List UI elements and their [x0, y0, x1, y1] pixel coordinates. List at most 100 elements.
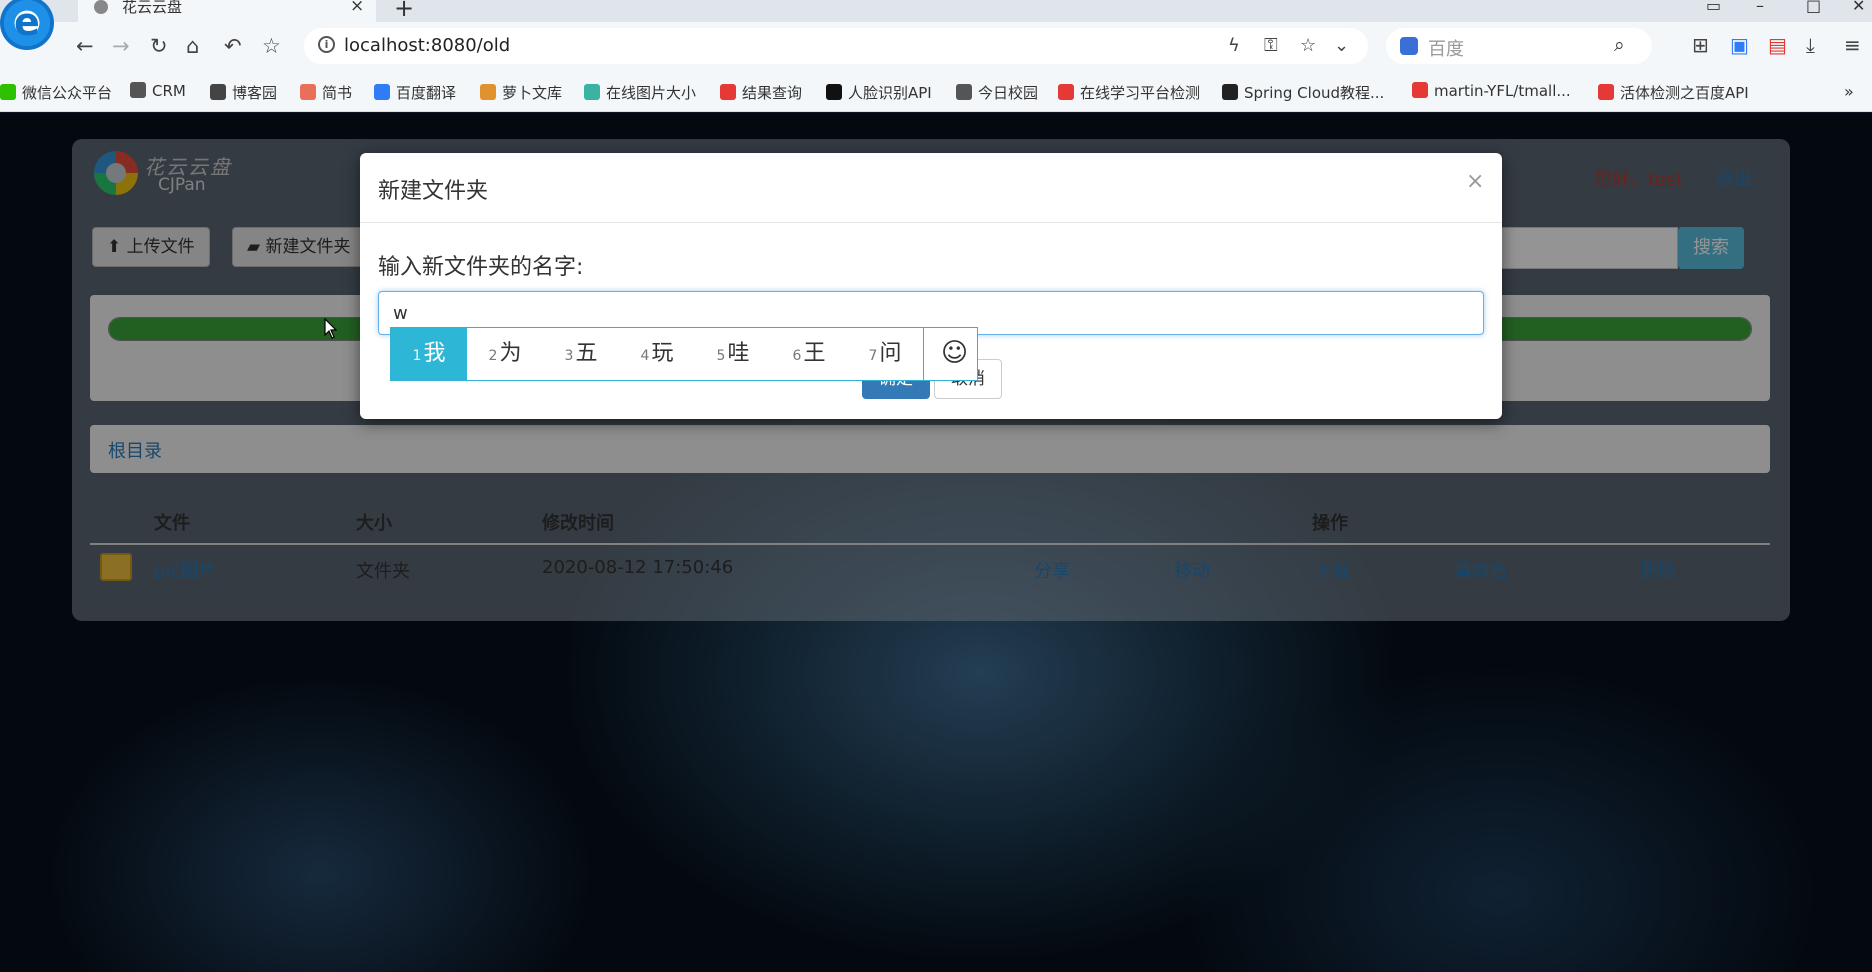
bookmark-favicon-icon: [720, 84, 736, 100]
bookmark-favicon-icon: [480, 84, 496, 100]
modal-header: 新建文件夹 ×: [360, 153, 1502, 223]
close-icon[interactable]: ×: [1466, 169, 1484, 194]
ime-divider: [923, 328, 924, 380]
bookmark-label: 活体检测之百度API: [1620, 84, 1749, 102]
browser-search-box[interactable]: 百度 ⌕: [1386, 28, 1652, 64]
back-icon[interactable]: ←: [76, 34, 94, 58]
url-box[interactable]: i localhost:8080/old ϟ ⚿ ☆ ⌄: [304, 28, 1368, 64]
window-menu-icon[interactable]: ▭: [1706, 0, 1721, 15]
download-icon[interactable]: ⤓: [1806, 33, 1815, 57]
bookmark-label: 今日校园: [978, 84, 1039, 102]
ime-candidate-number: 2: [488, 348, 498, 364]
bookmark-favicon-icon: [374, 84, 390, 100]
ime-candidate[interactable]: 7问: [847, 328, 923, 380]
tab-close-icon[interactable]: ×: [350, 0, 364, 16]
bookmark-label: 人脸识别API: [848, 84, 932, 102]
close-window-icon[interactable]: ✕: [1852, 0, 1865, 15]
bookmark-favicon-icon: [826, 84, 842, 100]
bookmark-favicon-icon: [1222, 84, 1238, 100]
folder-name-label: 输入新文件夹的名字:: [378, 255, 584, 280]
bookmark-item[interactable]: Spring Cloud教程...: [1222, 82, 1384, 103]
bookmark-item[interactable]: CRM: [130, 82, 186, 100]
bookmark-item[interactable]: 萝卜文库: [480, 82, 562, 103]
ime-candidate-text: 问: [879, 341, 902, 366]
smiley-icon[interactable]: ☺: [941, 338, 968, 368]
ime-candidate-number: 6: [792, 348, 802, 364]
bookmark-favicon-icon: [210, 84, 226, 100]
bookmark-favicon-icon: [584, 84, 600, 100]
address-bar: ← → ↻ ⌂ ↶ ☆ i localhost:8080/old ϟ ⚿ ☆ ⌄…: [0, 22, 1872, 70]
ime-candidate-number: 3: [564, 348, 574, 364]
url-text[interactable]: localhost:8080/old: [344, 35, 510, 56]
browser-search-input[interactable]: 百度: [1428, 35, 1464, 61]
bookmark-item[interactable]: 简书: [300, 82, 352, 103]
bookmark-favicon-icon: [1058, 84, 1074, 100]
browser-tab[interactable]: 花云云盘 ×: [78, 0, 376, 22]
apps-grid-icon[interactable]: ⊞: [1692, 33, 1709, 57]
baidu-icon: [1400, 37, 1418, 55]
ime-candidate-text: 五: [575, 341, 598, 366]
chevron-down-icon[interactable]: ⌄: [1334, 35, 1349, 56]
mouse-cursor-icon: [324, 318, 338, 339]
maximize-icon[interactable]: □: [1806, 0, 1821, 15]
bookmark-favicon-icon: [300, 84, 316, 100]
bookmark-item[interactable]: 在线图片大小: [584, 82, 696, 103]
undo-icon[interactable]: ↶: [224, 34, 242, 58]
ime-candidate-number: 7: [868, 348, 878, 364]
pdf-icon[interactable]: ▤: [1768, 33, 1787, 57]
bookmark-star-icon[interactable]: ☆: [1300, 35, 1316, 56]
ime-candidate[interactable]: 2为: [467, 328, 543, 380]
flash-icon[interactable]: ϟ: [1228, 35, 1240, 56]
ime-candidate[interactable]: 4玩: [619, 328, 695, 380]
favorite-icon[interactable]: ☆: [262, 34, 281, 58]
ime-candidate-text: 为: [499, 341, 522, 366]
ime-candidate[interactable]: 3五: [543, 328, 619, 380]
ime-candidate-number: 5: [716, 348, 726, 364]
tab-favicon-icon: [94, 0, 108, 14]
bookmark-item[interactable]: 活体检测之百度API: [1598, 82, 1749, 103]
ime-candidate-number: 1: [412, 348, 422, 364]
bookmark-item[interactable]: 微信公众平台: [0, 82, 112, 103]
site-info-icon[interactable]: i: [318, 36, 335, 53]
home-icon[interactable]: ⌂: [186, 34, 199, 58]
bookmark-label: 百度翻译: [396, 84, 457, 102]
bookmark-favicon-icon: [130, 82, 146, 98]
bookmark-item[interactable]: 百度翻译: [374, 82, 456, 103]
bookmark-label: 简书: [322, 84, 353, 102]
ime-candidate-text: 王: [803, 341, 826, 366]
new-tab-icon[interactable]: +: [394, 0, 414, 22]
key-icon[interactable]: ⚿: [1264, 35, 1278, 56]
ime-candidate-text: 玩: [651, 341, 674, 366]
ime-candidate-number: 4: [640, 348, 650, 364]
more-bookmarks-icon[interactable]: »: [1844, 82, 1854, 101]
bookmark-item[interactable]: 人脸识别API: [826, 82, 932, 103]
minimize-icon[interactable]: –: [1756, 0, 1764, 15]
ime-candidate[interactable]: 1我: [391, 328, 467, 380]
browser-tabbar: 花云云盘 × + ▭ – □ ✕: [0, 0, 1872, 22]
ime-candidate-text: 哇: [727, 341, 750, 366]
bookmark-label: CRM: [152, 82, 186, 100]
bookmark-label: Spring Cloud教程...: [1244, 84, 1385, 102]
bookmark-label: 在线学习平台检测: [1080, 84, 1201, 102]
bookmark-label: 在线图片大小: [606, 84, 697, 102]
search-icon[interactable]: ⌕: [1614, 34, 1625, 56]
ime-candidate[interactable]: 5哇: [695, 328, 771, 380]
bookmark-item[interactable]: 博客园: [210, 82, 277, 103]
bookmark-item[interactable]: martin-YFL/tmall...: [1412, 82, 1571, 100]
bookmark-item[interactable]: 今日校园: [956, 82, 1038, 103]
menu-icon[interactable]: ≡: [1844, 33, 1861, 57]
ime-candidate-popup: ☺ 1我 2为 3五 4玩 5哇 6王 7问: [390, 327, 978, 381]
bookmark-favicon-icon: [1598, 84, 1614, 100]
bookmark-label: 结果查询: [742, 84, 803, 102]
bookmark-item[interactable]: 结果查询: [720, 82, 802, 103]
modal-title: 新建文件夹: [378, 179, 489, 204]
translate-icon[interactable]: ▣: [1730, 33, 1749, 57]
reload-icon[interactable]: ↻: [150, 34, 168, 58]
bookmark-item[interactable]: 在线学习平台检测: [1058, 82, 1200, 103]
bookmark-label: 博客园: [232, 84, 278, 102]
forward-icon[interactable]: →: [112, 34, 130, 58]
bookmark-favicon-icon: [0, 84, 16, 100]
bookmark-label: 微信公众平台: [22, 84, 113, 102]
bookmark-label: martin-YFL/tmall...: [1434, 82, 1571, 100]
ime-candidate[interactable]: 6王: [771, 328, 847, 380]
